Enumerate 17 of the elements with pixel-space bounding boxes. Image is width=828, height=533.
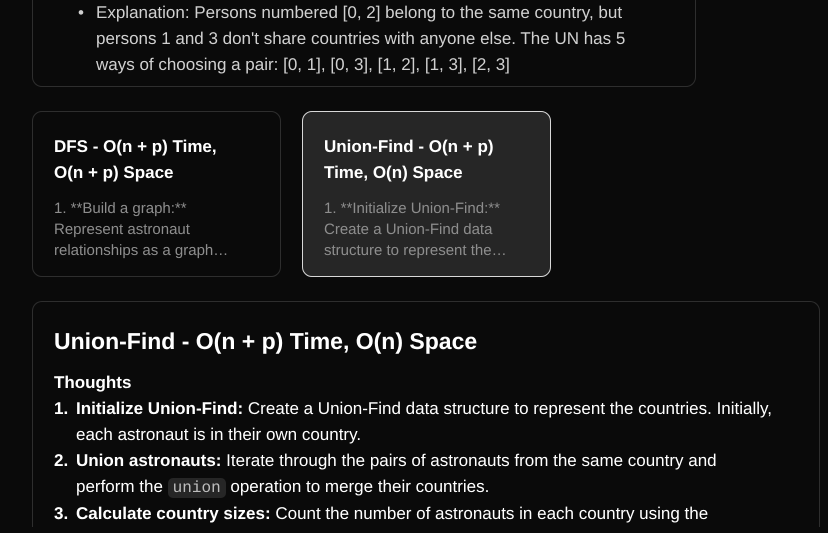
approach-preview: 1. **Build a graph:** Represent astronaut relationships as a graph… [54, 199, 230, 261]
solution-title: Union-Find - O(n + p) Time, O(n) Space [54, 327, 478, 356]
approach-preview: 1. **Initialize Union-Find:** Create a Union-Find data structure to represent the… [324, 199, 508, 261]
step-number: 3. [54, 503, 70, 525]
explanation-text: Explanation: Persons numbered [0, 2] belong to the same country, but persons 1 and 3 don't share countries with anyone else. The UN has 5 ways of choosing a pair: [0, 1], [0, 3], [1, 2], [1, 3], [2, 3] [96, 2, 626, 76]
approach-title: DFS - O(n + p) Time, O(n + p) Space [54, 136, 218, 184]
bullet-marker: • [78, 2, 85, 24]
section-heading: Thoughts [54, 372, 132, 394]
step-number: 2. [54, 450, 70, 472]
approach-card[interactable]: Union-Find - O(n + p) Time, O(n) Space 1. **Initialize Union-Find:** Create a Union-Find data structure to represent the… [302, 111, 551, 277]
inline-code: union [168, 478, 226, 498]
step-text: Union astronauts: Iterate through the pairs of astronauts from the same country and perform the union operation to merge their countries. [76, 450, 718, 500]
step-number: 1. [54, 398, 70, 420]
step-text: Calculate country sizes: Count the number of astronauts in each country using the [76, 503, 708, 525]
approach-title: Union-Find - O(n + p) Time, O(n) Space [324, 136, 494, 184]
step-text: Initialize Union-Find: Create a Union-Find data structure to represent the countries. Initially, each astronaut is in their own country. [76, 398, 773, 446]
approach-card[interactable]: DFS - O(n + p) Time, O(n + p) Space 1. **Build a graph:** Represent astronaut relationships as a graph… [32, 111, 281, 277]
